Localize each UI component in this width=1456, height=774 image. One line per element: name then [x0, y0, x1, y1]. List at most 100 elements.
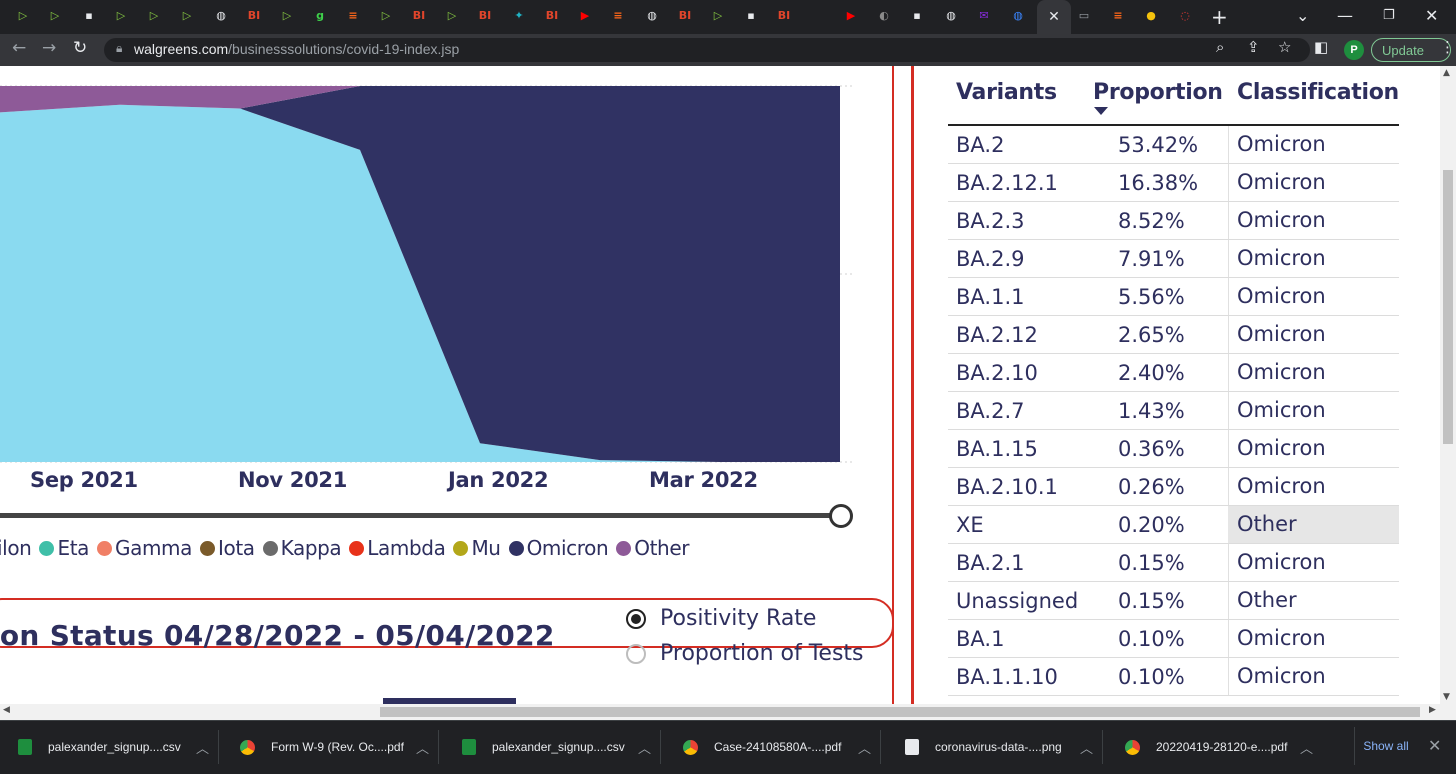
- browser-tab[interactable]: ✉: [973, 5, 995, 27]
- download-menu-chevron-icon[interactable]: ︿: [638, 720, 651, 774]
- table-row[interactable]: BA.1.1.10 0.10% Omicron: [948, 658, 1399, 696]
- close-tab-icon[interactable]: ✕: [1048, 9, 1060, 25]
- download-item[interactable]: Form W-9 (Rev. Oc....pdf: [240, 720, 404, 774]
- browser-tab[interactable]: ≡: [1107, 5, 1129, 27]
- browser-tab[interactable]: ▭: [1073, 5, 1095, 27]
- legend-item-eta[interactable]: Eta: [39, 536, 89, 560]
- table-row[interactable]: BA.2.7 1.43% Omicron: [948, 392, 1399, 430]
- browser-tab[interactable]: ▷: [707, 5, 729, 27]
- active-tab[interactable]: ✕: [1037, 0, 1071, 34]
- download-menu-chevron-icon[interactable]: ︿: [1080, 720, 1093, 774]
- update-button[interactable]: Update: [1371, 38, 1451, 62]
- browser-tab[interactable]: ◍: [210, 5, 232, 27]
- scroll-left-icon[interactable]: ◀: [3, 705, 10, 715]
- reload-icon[interactable]: ↻: [73, 38, 87, 58]
- browser-tab[interactable]: ▷: [44, 5, 66, 27]
- column-header-classification[interactable]: Classification: [1237, 80, 1399, 105]
- browser-tab[interactable]: ▪: [740, 5, 762, 27]
- column-header-variants[interactable]: Variants: [956, 80, 1057, 105]
- legend-item-kappa[interactable]: Kappa: [262, 536, 342, 560]
- table-row[interactable]: BA.2.10.1 0.26% Omicron: [948, 468, 1399, 506]
- sort-descending-icon[interactable]: [1094, 107, 1108, 115]
- legend-item-iota[interactable]: Iota: [199, 536, 255, 560]
- browser-tab[interactable]: ▶: [574, 5, 596, 27]
- browser-tab[interactable]: ▷: [143, 5, 165, 27]
- date-range-slider-handle[interactable]: [829, 504, 853, 528]
- column-header-proportion[interactable]: Proportion: [1093, 80, 1223, 105]
- minimize-icon[interactable]: —: [1337, 6, 1353, 25]
- download-item[interactable]: palexander_signup....csv: [18, 720, 181, 774]
- radio-unselected-icon[interactable]: [626, 643, 646, 664]
- browser-tab[interactable]: BI: [674, 5, 696, 27]
- radio-positivity-rate[interactable]: Positivity Rate: [626, 606, 816, 631]
- table-row[interactable]: BA.2.12 2.65% Omicron: [948, 316, 1399, 354]
- legend-item-gamma[interactable]: Gamma: [97, 536, 192, 560]
- scroll-right-icon[interactable]: ▶: [1429, 705, 1436, 715]
- browser-tab[interactable]: ▷: [110, 5, 132, 27]
- browser-tab[interactable]: ◐: [873, 5, 895, 27]
- url-text[interactable]: walgreens.com/businesssolutions/covid-19…: [134, 41, 459, 57]
- browser-tab[interactable]: ▷: [375, 5, 397, 27]
- profile-avatar[interactable]: P: [1344, 40, 1364, 60]
- bookmark-star-icon[interactable]: ☆: [1278, 38, 1291, 56]
- zoom-icon[interactable]: ⌕: [1216, 38, 1224, 56]
- table-row[interactable]: XE 0.20% Other: [948, 506, 1399, 544]
- radio-proportion-of-tests[interactable]: Proportion of Tests: [626, 641, 864, 666]
- download-item[interactable]: 20220419-28120-e....pdf: [1125, 720, 1287, 774]
- browser-tab[interactable]: g: [309, 5, 331, 27]
- side-panel-icon[interactable]: ◧: [1314, 38, 1328, 56]
- table-row[interactable]: Unassigned 0.15% Other: [948, 582, 1399, 620]
- download-menu-chevron-icon[interactable]: ︿: [858, 720, 871, 774]
- browser-tab[interactable]: ≡: [342, 5, 364, 27]
- legend-item-other[interactable]: Other: [616, 536, 689, 560]
- date-range-slider-track[interactable]: [0, 513, 840, 518]
- share-icon[interactable]: ⇪: [1247, 38, 1260, 56]
- table-row[interactable]: BA.2.10 2.40% Omicron: [948, 354, 1399, 392]
- show-all-button[interactable]: Show all: [1354, 727, 1417, 765]
- download-item[interactable]: Case-24108580A-....pdf: [683, 720, 841, 774]
- radio-selected-icon[interactable]: [626, 608, 646, 629]
- download-item[interactable]: palexander_signup....csv: [462, 720, 625, 774]
- browser-tab[interactable]: ▶: [840, 5, 862, 27]
- download-menu-chevron-icon[interactable]: ︿: [1300, 720, 1313, 774]
- legend-item-lambda[interactable]: Lambda: [349, 536, 446, 560]
- forward-icon[interactable]: →: [42, 38, 56, 58]
- table-row[interactable]: BA.2.9 7.91% Omicron: [948, 240, 1399, 278]
- new-tab-button[interactable]: +: [1211, 5, 1228, 29]
- browser-tab[interactable]: BI: [408, 5, 430, 27]
- browser-tab[interactable]: ▷: [176, 5, 198, 27]
- lock-icon[interactable]: 🔒︎: [116, 41, 122, 56]
- browser-tab[interactable]: ◍: [1007, 5, 1029, 27]
- close-shelf-icon[interactable]: ✕: [1428, 736, 1441, 755]
- browser-tab[interactable]: ◍: [940, 5, 962, 27]
- scroll-down-icon[interactable]: ▼: [1443, 692, 1450, 702]
- table-row[interactable]: BA.1.1 5.56% Omicron: [948, 278, 1399, 316]
- legend-item-mu[interactable]: Mu: [453, 536, 501, 560]
- browser-tab[interactable]: ▷: [276, 5, 298, 27]
- download-menu-chevron-icon[interactable]: ︿: [196, 720, 209, 774]
- scroll-up-icon[interactable]: ▲: [1443, 68, 1450, 78]
- table-row[interactable]: BA.2 53.42% Omicron: [948, 126, 1399, 164]
- browser-tab[interactable]: ▪: [78, 5, 100, 27]
- legend-item-omicron[interactable]: Omicron: [508, 536, 609, 560]
- browser-tab[interactable]: ✦: [508, 5, 530, 27]
- legend-item-epsilon[interactable]: silon: [0, 536, 32, 560]
- table-row[interactable]: BA.2.1 0.15% Omicron: [948, 544, 1399, 582]
- horizontal-scroll-thumb[interactable]: [380, 707, 1420, 717]
- table-row[interactable]: BA.1.15 0.36% Omicron: [948, 430, 1399, 468]
- browser-tab[interactable]: ≡: [607, 5, 629, 27]
- back-icon[interactable]: ←: [12, 38, 26, 58]
- browser-tab[interactable]: ▷: [441, 5, 463, 27]
- browser-tab[interactable]: ▷: [12, 5, 34, 27]
- download-menu-chevron-icon[interactable]: ︿: [416, 720, 429, 774]
- browser-tab[interactable]: BI: [773, 5, 795, 27]
- table-row[interactable]: BA.1 0.10% Omicron: [948, 620, 1399, 658]
- browser-tab[interactable]: ●: [1140, 5, 1162, 27]
- tab-search-icon[interactable]: ⌄: [1296, 6, 1309, 25]
- table-row[interactable]: BA.2.12.1 16.38% Omicron: [948, 164, 1399, 202]
- menu-icon[interactable]: ⋮: [1440, 38, 1455, 56]
- restore-icon[interactable]: ❐: [1383, 8, 1395, 23]
- vertical-scroll-thumb[interactable]: [1443, 170, 1453, 444]
- browser-tab[interactable]: BI: [474, 5, 496, 27]
- browser-tab[interactable]: ◌: [1174, 5, 1196, 27]
